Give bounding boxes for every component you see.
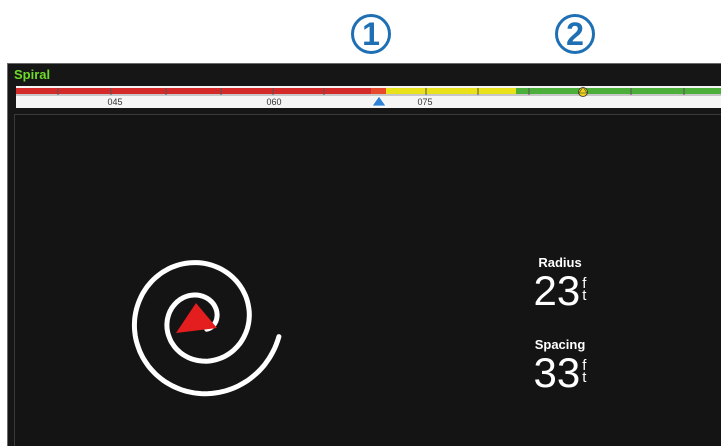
pattern-panel: Radius 23 f t Spacing 33 f t [14, 114, 721, 446]
spacing-unit-bottom: t [582, 369, 587, 386]
yellow-waypoint-marker-icon [578, 86, 588, 97]
blue-triangle-marker-icon [371, 95, 387, 107]
heading-bar[interactable]: 045 060 075 [16, 86, 721, 108]
heading-zone-red [16, 88, 371, 94]
heading-tick-label: 075 [417, 97, 433, 107]
mode-title: Spiral [14, 67, 51, 82]
spacing-value: 33 [533, 349, 581, 396]
red-triangle-boat-icon [176, 303, 217, 333]
autopilot-screen: Spiral 045 060 075 Radius 23 f t Spacing… [7, 63, 721, 446]
heading-tick-label: 045 [107, 97, 123, 107]
heading-tick-label: 060 [266, 97, 282, 107]
radius-readout[interactable]: Radius 23 f t [495, 255, 625, 312]
spacing-readout[interactable]: Spacing 33 f t [495, 337, 625, 394]
spiral-pattern [131, 260, 282, 397]
radius-unit: ft [582, 276, 587, 304]
radius-unit-bottom: t [582, 287, 587, 304]
heading-zone-green [516, 88, 721, 94]
callout-2: 2 [555, 14, 595, 54]
spacing-unit: ft [582, 358, 587, 386]
callout-1: 1 [351, 14, 391, 54]
radius-value: 23 [533, 267, 581, 314]
